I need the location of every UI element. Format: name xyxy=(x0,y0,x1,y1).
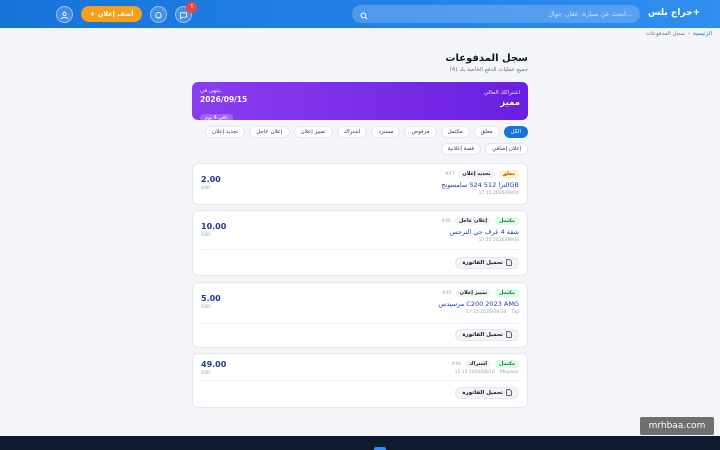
search-bar[interactable]: ابحث عن سيارة، عقار، جوال... xyxy=(352,5,640,23)
filter-chip-pending[interactable]: معلق xyxy=(473,126,500,138)
current-plan-label: اشتراكك الحالي xyxy=(483,90,520,96)
payment-currency: SAR xyxy=(201,233,211,238)
download-invoice-label: تحميل الفاتورة xyxy=(462,260,503,266)
payment-type: اشتراك xyxy=(465,360,492,368)
subscription-card: اشتراكك الحالي مميز ينتهي في 2026/09/15 … xyxy=(192,82,528,122)
payment-currency: SAR xyxy=(201,186,211,191)
filter-chip-featured[interactable]: تمييز إعلان xyxy=(293,126,333,138)
plan-ends-label: ينتهي في xyxy=(200,88,221,94)
ad-title-link[interactable]: سامسونج S24 الترا 512GB xyxy=(441,181,519,189)
document-icon xyxy=(506,330,512,340)
payment-details: #44 اشتراك مكتمل 15:15 2026/08/16 Moyasa… xyxy=(452,360,519,375)
payment-details: #46 إعلان عاجل مكتمل شقة 4 غرف حي النرجس… xyxy=(441,217,519,243)
page-subtitle: جميع عمليات الدفع الخاصة بك (4) xyxy=(449,67,528,73)
status-badge: مكتمل xyxy=(495,289,519,297)
payment-card: 49.00 SAR #44 اشتراك مكتمل 15:15 2026/08… xyxy=(192,353,528,408)
card-divider xyxy=(201,323,519,324)
document-icon xyxy=(506,388,512,398)
plan-remaining-badge: باقي 4 يوم xyxy=(200,114,233,122)
payment-date: 17:15 2026/09/04 xyxy=(478,191,519,196)
filter-chip-refunded[interactable]: مسترد xyxy=(371,126,401,138)
site-logo[interactable]: حراج بلس+ xyxy=(648,8,700,18)
payment-card: 5.00 SAR #45 تمييز إعلان مكتمل مرسيدس C2… xyxy=(192,282,528,348)
payment-amount: 10.00 xyxy=(201,222,227,231)
download-invoice-label: تحميل الفاتورة xyxy=(462,332,503,338)
watermark: mrhbaa.com xyxy=(640,417,714,435)
search-icon xyxy=(360,5,368,24)
filter-chip-renewal[interactable]: تجديد إعلان xyxy=(204,126,246,138)
search-input[interactable]: ابحث عن سيارة، عقار، جوال... xyxy=(548,10,632,18)
payment-details: #47 تجديد إعلان معلق سامسونج S24 الترا 5… xyxy=(441,170,519,196)
breadcrumb-current: سجل المدفوعات xyxy=(645,31,685,37)
payment-filters: الكل معلق مكتمل مرفوض مسترد اشتراك تمييز… xyxy=(192,126,528,155)
status-badge: مكتمل xyxy=(495,360,519,368)
payment-details: #45 تمييز إعلان مكتمل مرسيدس C200 2023 A… xyxy=(438,289,519,315)
card-divider xyxy=(201,380,519,381)
payment-id: #46 xyxy=(441,218,451,224)
page-footer xyxy=(0,436,720,450)
payment-amount: 5.00 xyxy=(201,294,221,303)
notifications-button[interactable] xyxy=(150,5,168,24)
payment-date: 15:15 2026/08/16 xyxy=(454,370,495,375)
add-ad-label: + أضف إعلان xyxy=(90,10,134,18)
user-icon xyxy=(60,5,69,24)
profile-button[interactable] xyxy=(56,5,73,24)
plan-end-date: 2026/09/15 xyxy=(200,95,248,104)
breadcrumb: الرئيسية › سجل المدفوعات xyxy=(646,31,712,37)
status-badge: مكتمل xyxy=(495,217,519,225)
download-invoice-button[interactable]: تحميل الفاتورة xyxy=(455,329,519,341)
payment-date: 17:15 2026/08/30 xyxy=(466,310,507,315)
payment-type: تجديد إعلان xyxy=(458,170,495,178)
card-divider xyxy=(201,249,519,250)
payment-amount: 2.00 xyxy=(201,175,221,184)
filter-chip-rejected[interactable]: مرفوض xyxy=(404,126,437,138)
document-icon xyxy=(506,258,512,268)
status-badge: معلق xyxy=(498,170,519,178)
ad-title-link[interactable]: مرسيدس C200 2023 AMG xyxy=(438,300,519,308)
payment-currency: SAR xyxy=(201,371,211,376)
current-plan-name: مميز xyxy=(500,98,520,108)
top-header: + أضف إعلان 1 ابحث عن سيارة، عقار، جوال.… xyxy=(0,0,720,28)
filter-chip-urgent[interactable]: إعلان عاجل xyxy=(249,126,290,138)
payment-amount: 49.00 xyxy=(201,360,227,369)
add-ad-button[interactable]: + أضف إعلان xyxy=(81,6,143,22)
payment-currency: SAR xyxy=(201,305,211,310)
payment-id: #47 xyxy=(444,171,455,177)
payment-card: 10.00 SAR #46 إعلان عاجل مكتمل شقة 4 غرف… xyxy=(192,210,528,276)
download-invoice-label: تحميل الفاتورة xyxy=(462,390,503,396)
filter-chip-all[interactable]: الكل xyxy=(503,126,528,138)
payment-gateway: Moyasar xyxy=(499,370,519,375)
filter-chip-extra-ad[interactable]: إعلان إضافي xyxy=(485,143,528,155)
payment-id: #45 xyxy=(442,290,452,296)
download-invoice-button[interactable]: تحميل الفاتورة xyxy=(455,257,519,269)
breadcrumb-home[interactable]: الرئيسية xyxy=(693,31,712,37)
payment-type: إعلان عاجل xyxy=(454,217,492,225)
notification-badge: 1 xyxy=(186,1,198,13)
payment-id: #44 xyxy=(451,361,462,367)
filter-chip-subscription[interactable]: اشتراك xyxy=(336,126,368,138)
download-invoice-button[interactable]: تحميل الفاتورة xyxy=(455,387,519,399)
payment-type: تمييز إعلان xyxy=(455,289,492,297)
breadcrumb-separator: › xyxy=(687,31,691,37)
messages-button[interactable]: 1 xyxy=(175,1,198,23)
payment-gateway: Tap xyxy=(511,310,519,315)
ad-title-link[interactable]: شقة 4 غرف حي النرجس xyxy=(441,228,519,236)
filter-chip-completed[interactable]: مكتمل xyxy=(440,126,470,138)
bell-icon xyxy=(154,5,163,24)
filter-chip-story[interactable]: قصة إعلانية xyxy=(440,143,482,155)
payment-card: 2.00 SAR #47 تجديد إعلان معلق سامسونج S2… xyxy=(192,163,528,205)
page-title: سجل المدفوعات xyxy=(445,53,528,64)
payment-date: 17:15 2026/09/04 xyxy=(478,238,519,243)
